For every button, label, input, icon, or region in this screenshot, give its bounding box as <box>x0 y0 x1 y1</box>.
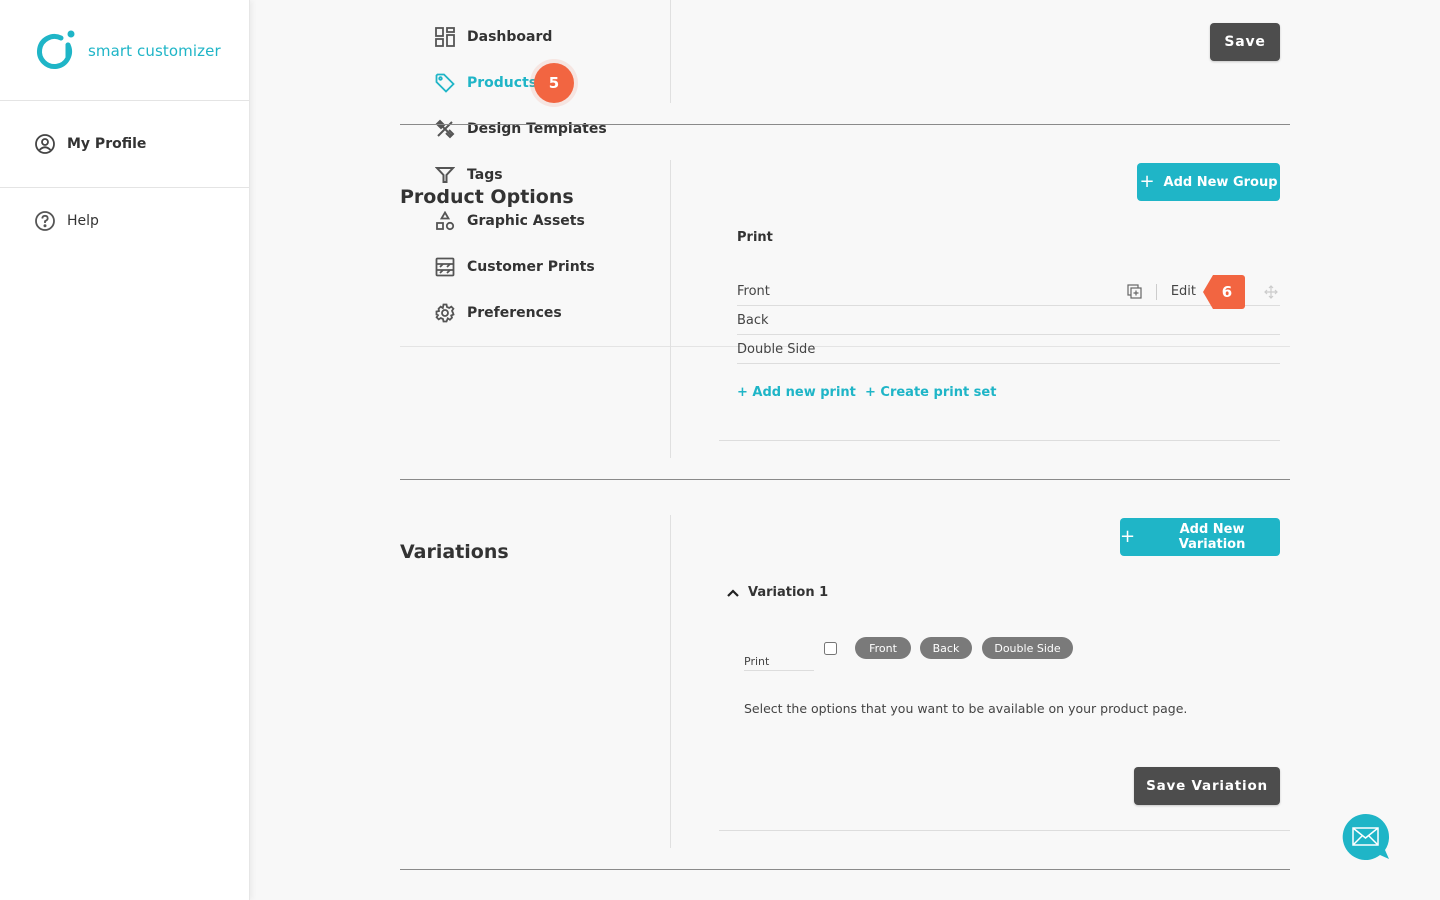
add-new-variation-button[interactable]: + Add New Variation <box>1120 518 1280 556</box>
tag-icon <box>435 73 455 93</box>
drag-handle-icon[interactable] <box>1264 284 1278 299</box>
sidebar-item-label: Preferences <box>467 305 562 321</box>
plus-icon: + <box>1139 171 1155 192</box>
option-pill-double-side[interactable]: Double Side <box>982 637 1073 659</box>
print-name: Back <box>737 312 769 328</box>
add-new-group-label: Add New Group <box>1163 174 1278 190</box>
mail-chat-icon <box>1342 813 1390 860</box>
sidebar-item-products[interactable]: Products 5 <box>400 60 1290 106</box>
sidebar-item-label: Graphic Assets <box>467 213 585 229</box>
save-button[interactable]: Save <box>1210 23 1280 61</box>
chevron-up-icon <box>726 588 740 598</box>
section-divider-vertical <box>670 160 671 458</box>
prints-icon <box>435 257 455 277</box>
divider <box>1155 283 1157 300</box>
add-new-variation-label: Add New Variation <box>1178 522 1246 552</box>
create-print-set-link[interactable]: + Create print set <box>865 385 996 400</box>
user-circle-icon <box>35 134 55 154</box>
variation-divider <box>719 830 1290 831</box>
plus-icon: + <box>1120 526 1136 547</box>
option-label-text: Print <box>744 655 770 668</box>
chat-button[interactable] <box>1342 813 1390 861</box>
variation-hint: Select the options that you want to be a… <box>744 701 1188 716</box>
section-divider <box>400 479 1290 480</box>
save-variation-button[interactable]: Save Variation <box>1134 767 1280 805</box>
section-divider <box>400 869 1290 870</box>
option-pill-front[interactable]: Front <box>855 637 911 659</box>
variations-title: Variations <box>400 541 509 563</box>
print-row-front[interactable]: Front Edit <box>737 277 1280 306</box>
sidebar-item-my-profile[interactable]: My Profile <box>0 121 249 167</box>
select-all-checkbox[interactable] <box>824 642 837 655</box>
gear-icon <box>435 303 455 323</box>
group-divider <box>719 440 1280 441</box>
step-badge: 5 <box>534 63 574 103</box>
section-divider-vertical <box>670 0 671 103</box>
sidebar: smart customizer My Profile Dashboard Pr… <box>0 0 1290 900</box>
option-pill-back[interactable]: Back <box>920 637 972 659</box>
add-new-print-link[interactable]: + Add new print <box>737 385 856 400</box>
question-circle-icon <box>35 211 55 231</box>
design-tools-icon <box>435 119 455 139</box>
add-new-group-button[interactable]: + Add New Group <box>1137 163 1280 201</box>
variation-option-label: Print <box>744 650 814 671</box>
option-group-title: Print <box>737 230 773 245</box>
sidebar-item-label: Products <box>467 75 538 91</box>
shapes-icon <box>435 211 455 231</box>
print-name: Double Side <box>737 341 816 357</box>
print-row-back[interactable]: Back <box>737 306 1280 335</box>
brand-name: smart customizer <box>88 42 221 60</box>
sidebar-item-dashboard[interactable]: Dashboard <box>400 14 1290 60</box>
sidebar-item-design-templates[interactable]: Design Templates <box>400 106 1290 152</box>
edit-button[interactable]: Edit <box>1171 284 1196 299</box>
sidebar-item-label: Dashboard <box>467 29 553 45</box>
logo-icon <box>37 30 75 69</box>
filter-icon <box>435 165 455 185</box>
print-row-double-side[interactable]: Double Side <box>737 335 1280 364</box>
duplicate-icon[interactable] <box>1127 284 1142 299</box>
variation-header[interactable]: Variation 1 <box>726 585 828 600</box>
print-name: Front <box>737 283 770 299</box>
sidebar-item-label: My Profile <box>67 136 147 152</box>
sidebar-item-label: Tags <box>467 167 503 183</box>
sidebar-item-label: Customer Prints <box>467 259 595 275</box>
section-divider <box>400 124 1290 125</box>
brand-logo[interactable]: smart customizer <box>0 0 249 101</box>
sidebar-item-help[interactable]: Help <box>0 198 249 244</box>
variation-name: Variation 1 <box>748 585 829 600</box>
dashboard-icon <box>435 27 455 47</box>
sidebar-item-label: Help <box>67 213 99 229</box>
product-options-title: Product Options <box>400 186 574 208</box>
section-divider-vertical <box>670 515 671 848</box>
